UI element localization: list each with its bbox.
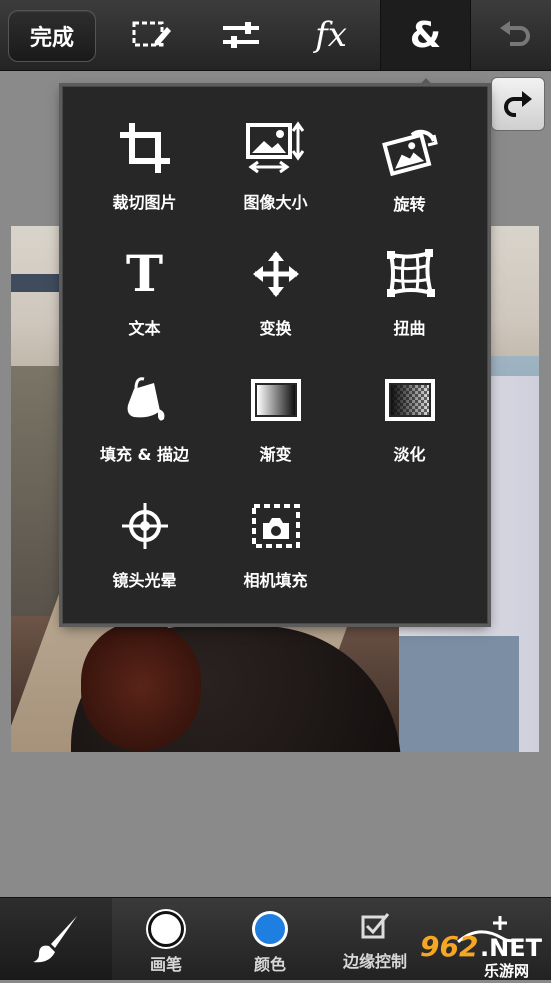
brush-tab[interactable] [0, 898, 112, 980]
menu-item-label: 文本 [128, 319, 161, 338]
camera-fill-icon [246, 499, 306, 553]
menu-item-label: 旋转 [393, 195, 426, 214]
jeans-shape [399, 636, 519, 752]
rotate-icon [380, 121, 440, 177]
menu-item-label: 渐变 [259, 445, 292, 464]
redo-icon [504, 91, 532, 117]
color-label: 颜色 [253, 955, 286, 974]
edge-control-tool[interactable]: 边缘控制 [330, 898, 420, 980]
pen-tool[interactable]: 画笔 [124, 898, 208, 980]
gradient-icon [246, 373, 306, 427]
menu-item-text[interactable]: T 文本 [74, 213, 215, 339]
svg-text:乐游网: 乐游网 [484, 962, 529, 979]
menu-item-label: 镜头光晕 [112, 571, 177, 590]
menu-item-transform[interactable]: 变换 [205, 213, 346, 339]
checkbox-icon [361, 913, 390, 939]
crop-icon [115, 121, 175, 175]
menu-item-distort[interactable]: 扭曲 [339, 213, 480, 339]
edge-control-label: 边缘控制 [342, 952, 407, 971]
menu-item-gradient[interactable]: 渐变 [205, 339, 346, 465]
distort-icon [380, 247, 440, 301]
fx-glyph: fx [315, 15, 347, 55]
transform-icon [246, 247, 306, 301]
menu-item-camera-fill[interactable]: 相机填充 [205, 465, 346, 591]
fill-stroke-icon [115, 373, 175, 427]
redo-button[interactable] [491, 77, 545, 131]
ampersand-glyph: & [409, 14, 442, 56]
menu-item-fill-stroke[interactable]: 填充 & 描边 [74, 339, 215, 465]
menu-item-label: 淡化 [393, 445, 426, 464]
adjust-sliders-icon[interactable] [201, 0, 281, 70]
menu-item-label: 裁切图片 [112, 193, 177, 212]
top-toolbar: 完成 fx & [0, 0, 551, 71]
menu-item-label: 图像大小 [243, 193, 308, 212]
watermark-logo: 962 .NET 乐游网 [418, 916, 551, 980]
svg-text:.NET: .NET [480, 934, 543, 962]
pen-size-indicator [148, 911, 184, 947]
menu-item-fade[interactable]: 淡化 [339, 339, 480, 465]
ampersand-icon[interactable]: & [380, 0, 471, 70]
brush-icon [33, 916, 77, 963]
menu-item-label: 填充 & 描边 [99, 445, 190, 464]
menu-item-label: 变换 [259, 319, 292, 338]
pen-label: 画笔 [149, 955, 182, 974]
menu-item-label: 相机填充 [243, 571, 308, 590]
fade-icon [380, 373, 440, 427]
color-swatch [252, 911, 288, 947]
lens-flare-icon [115, 499, 175, 553]
menu-item-image-size[interactable]: 图像大小 [205, 87, 346, 213]
undo-icon[interactable] [478, 0, 551, 70]
color-tool[interactable]: 颜色 [228, 898, 312, 980]
image-size-icon [245, 121, 306, 175]
hair-shape [81, 621, 201, 751]
menu-item-crop[interactable]: 裁切图片 [74, 87, 215, 213]
text-icon: T [115, 247, 175, 301]
svg-text:962: 962 [420, 930, 478, 963]
fx-icon[interactable]: fx [291, 0, 371, 70]
menu-item-label: 扭曲 [393, 319, 426, 338]
tools-popup-menu: 裁切图片 图像大小 旋转 T 文本 变换 扭曲 填充 & 描边 渐变 淡化 镜头… [62, 86, 488, 624]
text-glyph: T [125, 244, 164, 303]
selection-edit-icon[interactable] [112, 0, 192, 70]
done-button[interactable]: 完成 [8, 10, 96, 62]
menu-item-rotate[interactable]: 旋转 [339, 87, 480, 214]
menu-item-lens-flare[interactable]: 镜头光晕 [74, 465, 215, 591]
